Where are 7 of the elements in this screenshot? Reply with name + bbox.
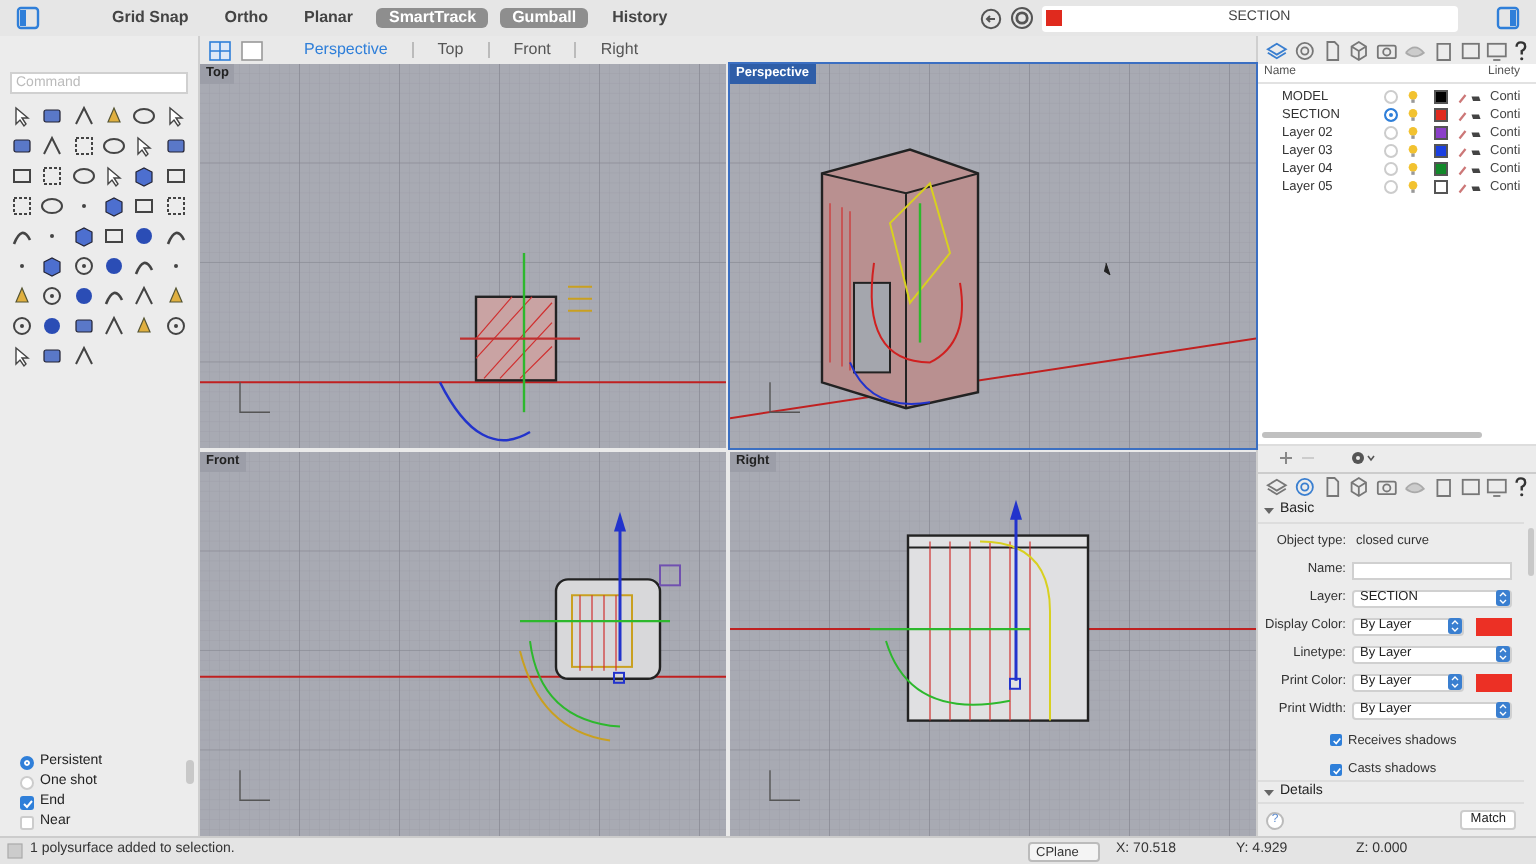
toolbar-toggle[interactable]: Planar [292,8,365,28]
viewport-tab[interactable]: Top [413,38,488,62]
toolbar-toggle[interactable]: Grid Snap [100,8,201,28]
viewport-tab[interactable]: Front [489,38,575,62]
toolbar-toggle[interactable]: Ortho [212,8,281,28]
viewport-tab[interactable]: Right [576,38,663,62]
toolbar-toggle[interactable]: History [600,8,680,28]
